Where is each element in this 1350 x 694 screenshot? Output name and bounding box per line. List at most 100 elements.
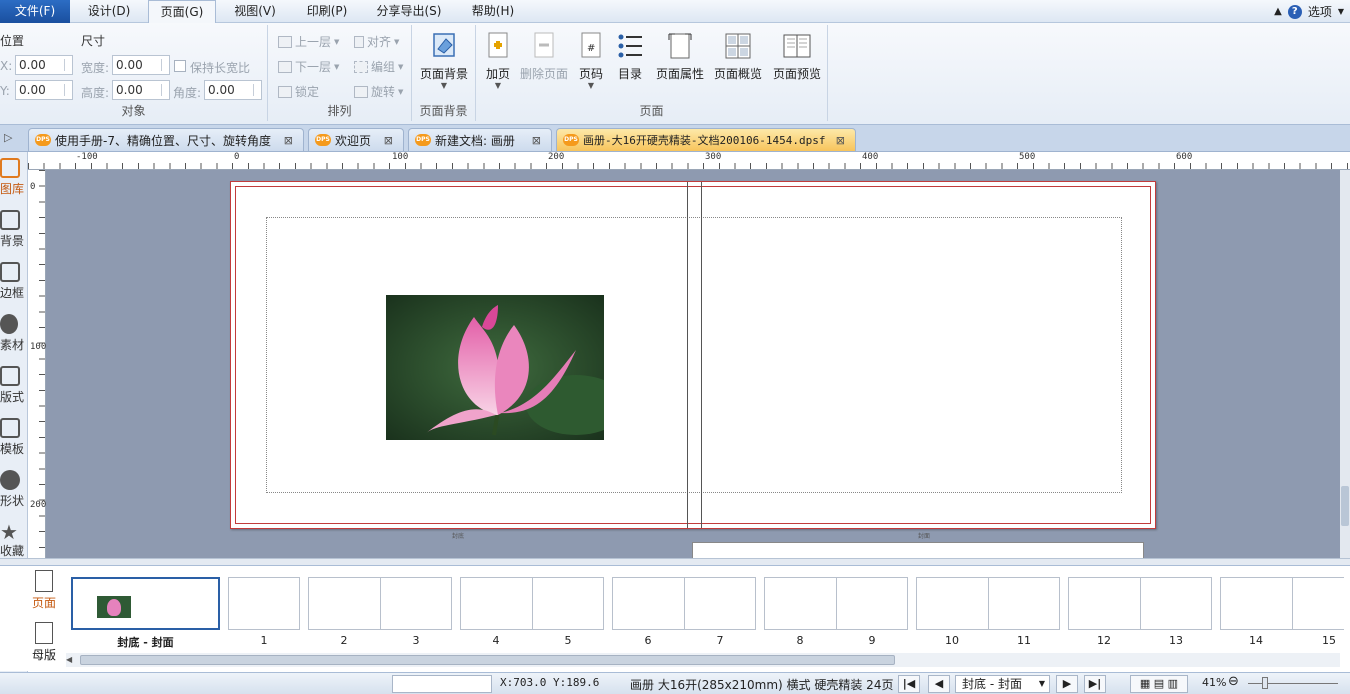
page-select[interactable]: 封底 - 封面 ▼ — [955, 675, 1050, 693]
tab-manual[interactable]: DPS 使用手册-7、精确位置、尺寸、旋转角度 ⊠ — [28, 128, 304, 151]
menu-page[interactable]: 页面(G) — [148, 0, 216, 24]
rotate-button[interactable]: 旋转 ▼ — [354, 83, 403, 100]
height-input[interactable]: 0.00 — [112, 80, 170, 100]
thumb-label: 2 — [340, 634, 348, 647]
bring-forward-button[interactable]: 上一层 ▼ — [278, 33, 339, 50]
thumb-label: 封底 - 封面 — [117, 636, 174, 649]
lotus-photo[interactable] — [386, 295, 604, 440]
page-properties-button[interactable]: 页面属性 — [652, 25, 708, 82]
thumb-spread[interactable] — [1068, 577, 1212, 630]
page-background-button[interactable]: 页面背景 ▼ — [416, 25, 472, 90]
thumb-cover[interactable] — [71, 577, 220, 630]
thumbs-tab-pages[interactable]: 页面 — [30, 570, 58, 611]
page-properties-icon — [666, 31, 694, 61]
align-button[interactable]: 对齐 ▼ — [354, 33, 399, 50]
options-button[interactable]: 选项 — [1308, 3, 1332, 20]
splitter[interactable] — [0, 558, 1350, 565]
view-mode-buttons[interactable]: ▦ ▤ ▥ — [1130, 675, 1188, 693]
dps-file-icon: DPS — [35, 134, 51, 146]
zoom-slider-thumb[interactable] — [1262, 677, 1268, 689]
sidebar-item-gallery[interactable]: 图库 — [0, 158, 28, 197]
thumb-label: 7 — [716, 634, 724, 647]
tab-album-active[interactable]: DPS 画册-大16开硬壳精装-文档200106-1454.dpsf ⊠ — [556, 128, 856, 151]
thumbnail-scrollbar[interactable]: ◀ — [66, 653, 1340, 667]
page-group-label: 页面 — [639, 104, 664, 118]
send-backward-button[interactable]: 下一层 ▼ — [278, 58, 339, 75]
flower-icon — [0, 314, 18, 334]
sidebar-item-favorites[interactable]: ★ 收藏 — [0, 522, 28, 559]
angle-input[interactable]: 0.00 — [204, 80, 262, 100]
scroll-thumb[interactable] — [1341, 486, 1349, 526]
width-input[interactable]: 0.00 — [112, 55, 170, 75]
y-label: Y: — [0, 84, 10, 98]
scroll-thumb[interactable] — [80, 655, 895, 665]
sidebar-item-shapes[interactable]: 形状 — [0, 470, 28, 509]
close-icon[interactable]: ⊠ — [284, 134, 293, 147]
delete-page-button[interactable]: 删除页面 — [518, 25, 570, 82]
thumb-label: 1 — [260, 634, 268, 647]
sidebar-item-layouts[interactable]: 版式 — [0, 366, 28, 405]
menu-bar: 文件(F) 设计(D) 页面(G) 视图(V) 印刷(P) 分享导出(S) 帮助… — [0, 0, 1350, 24]
thumbs-tab-master[interactable]: 母版 — [30, 622, 58, 663]
page-number-button[interactable]: # 页码 ▼ — [574, 25, 608, 90]
first-page-button[interactable]: |◀ — [898, 675, 920, 693]
x-label: X: — [0, 59, 13, 73]
page-caption-front: 封面 — [918, 533, 931, 540]
menu-share-export[interactable]: 分享导出(S) — [368, 0, 450, 23]
next-page-button[interactable]: ▶ — [1056, 675, 1078, 693]
menu-design[interactable]: 设计(D) — [78, 0, 140, 23]
thumb-photo — [97, 596, 131, 618]
prev-page-button[interactable]: ◀ — [928, 675, 950, 693]
keep-ratio-checkbox[interactable] — [174, 60, 186, 72]
menu-view[interactable]: 视图(V) — [224, 0, 286, 23]
tab-label: 欢迎页 — [335, 133, 372, 148]
scroll-left-icon[interactable]: ◀ — [66, 655, 72, 664]
y-input[interactable]: 0.00 — [15, 80, 73, 100]
sidebar-item-materials[interactable]: 素材 — [0, 314, 28, 353]
help-icon[interactable]: ? — [1287, 4, 1302, 19]
position-title: 位置 — [0, 34, 25, 48]
close-icon[interactable]: ⊠ — [836, 134, 845, 147]
spine-guide — [701, 182, 702, 528]
page-overview-button[interactable]: 页面概览 — [712, 25, 764, 82]
thumb-spread[interactable] — [916, 577, 1060, 630]
dps-file-icon: DPS — [315, 134, 331, 146]
zoom-out-icon[interactable]: ⊖ — [1228, 674, 1239, 689]
thumb-spread[interactable] — [612, 577, 756, 630]
tab-welcome[interactable]: DPS 欢迎页 ⊠ — [308, 128, 404, 151]
design-canvas[interactable]: 封底 封面 — [46, 170, 1340, 558]
sidebar-item-templates[interactable]: 模板 — [0, 418, 28, 457]
menu-file[interactable]: 文件(F) — [0, 0, 70, 23]
sidebar-item-border[interactable]: 边框 — [0, 262, 28, 301]
x-input[interactable]: 0.00 — [15, 55, 73, 75]
page-thumbnails-panel: 页面 母版 封底 - 封面 1 2 3 4 5 6 7 8 9 10 11 12… — [0, 565, 1350, 671]
vertical-scrollbar[interactable] — [1340, 170, 1350, 558]
close-icon[interactable]: ⊠ — [384, 134, 393, 147]
toc-button[interactable]: 目录 — [612, 25, 648, 82]
width-label: 宽度: — [81, 61, 110, 75]
menu-print[interactable]: 印刷(P) — [296, 0, 358, 23]
page-spread[interactable] — [230, 181, 1156, 529]
last-page-button[interactable]: ▶| — [1084, 675, 1106, 693]
star-icon: ★ — [0, 520, 18, 544]
panel-toggle-icon[interactable]: ▷ — [4, 131, 12, 144]
lock-button[interactable]: 锁定 — [278, 83, 319, 100]
close-icon[interactable]: ⊠ — [532, 134, 541, 147]
sidebar-item-background[interactable]: 背景 — [0, 210, 28, 249]
thumb-spread[interactable] — [764, 577, 908, 630]
tab-new-document[interactable]: DPS 新建文档: 画册 ⊠ — [408, 128, 552, 151]
height-label: 高度: — [81, 86, 110, 100]
thumb-page[interactable] — [228, 577, 300, 630]
paint-bucket-icon — [430, 31, 458, 61]
collapse-ribbon-icon[interactable]: ▲ — [1274, 6, 1282, 17]
align-icon — [354, 35, 364, 48]
group-button[interactable]: 编组 ▼ — [354, 58, 403, 75]
page-preview-button[interactable]: 页面预览 — [770, 25, 824, 82]
border-icon — [0, 262, 20, 282]
chevron-down-icon[interactable]: ▼ — [1338, 7, 1344, 16]
thumb-spread[interactable] — [308, 577, 452, 630]
thumb-spread[interactable] — [1220, 577, 1344, 630]
thumb-spread[interactable] — [460, 577, 604, 630]
add-page-button[interactable]: 加页 ▼ — [480, 25, 516, 90]
menu-help[interactable]: 帮助(H) — [462, 0, 524, 23]
